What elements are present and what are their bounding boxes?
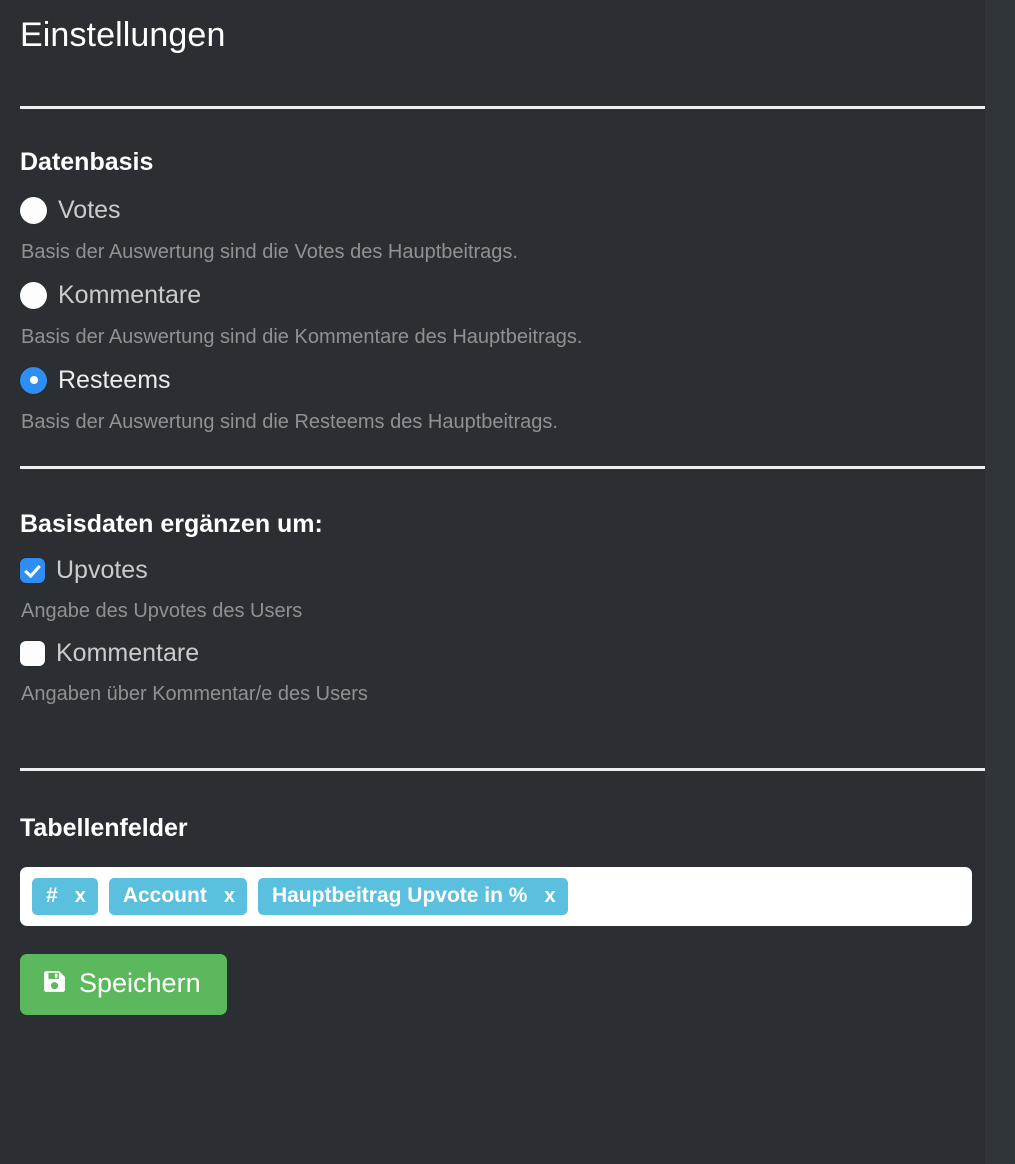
- token-remove-icon[interactable]: x: [75, 885, 86, 907]
- save-button[interactable]: Speichern: [20, 953, 227, 1015]
- radio-option-votes[interactable]: Votes: [20, 195, 995, 224]
- section-datenbasis: Datenbasis Votes Basis der Auswertung si…: [20, 109, 995, 432]
- section-basisdaten-erganzen: Basisdaten ergänzen um: Upvotes Angabe d…: [20, 469, 995, 705]
- token-remove-icon[interactable]: x: [544, 885, 555, 907]
- radio-icon-votes[interactable]: [20, 196, 47, 224]
- erganzen-heading: Basisdaten ergänzen um:: [20, 509, 323, 538]
- save-button-label: Speichern: [79, 968, 201, 999]
- tabellenfelder-heading: Tabellenfelder: [20, 814, 188, 842]
- checkbox-label-upvotes: Upvotes: [56, 556, 148, 584]
- radio-label-kommentare: Kommentare: [58, 280, 202, 309]
- checkbox-description-upvotes: Angabe des Upvotes des Users: [21, 600, 303, 622]
- token-label: Account: [122, 883, 207, 907]
- token-label: Hauptbeitrag Upvote in %: [271, 883, 528, 907]
- tabellenfelder-input[interactable]: # x Account x Hauptbeitrag Upvote in % x: [20, 866, 972, 926]
- token-remove-icon[interactable]: x: [224, 885, 235, 907]
- token-item[interactable]: Hauptbeitrag Upvote in % x: [257, 877, 568, 915]
- datenbasis-heading: Datenbasis: [20, 148, 154, 176]
- radio-icon-resteems[interactable]: [20, 366, 47, 394]
- checkbox-option-kommentare[interactable]: Kommentare: [20, 641, 995, 666]
- radio-option-resteems[interactable]: Resteems: [20, 365, 995, 394]
- section-tabellenfelder: Tabellenfelder # x Account x Hauptbeitra…: [20, 771, 995, 926]
- radio-description-votes: Basis der Auswertung sind die Votes des …: [21, 240, 518, 263]
- settings-page: Einstellungen Datenbasis Votes Basis der…: [0, 0, 1015, 1015]
- token-item[interactable]: # x: [32, 877, 98, 915]
- checkbox-icon-upvotes[interactable]: [20, 558, 45, 583]
- token-label: #: [46, 883, 58, 907]
- radio-description-resteems: Basis der Auswertung sind die Resteems d…: [21, 410, 558, 433]
- token-item[interactable]: Account x: [108, 877, 247, 915]
- floppy-disk-save-icon: [42, 969, 67, 999]
- radio-label-resteems: Resteems: [58, 365, 171, 394]
- checkbox-label-kommentare: Kommentare: [56, 639, 200, 667]
- radio-icon-kommentare[interactable]: [20, 281, 47, 309]
- checkbox-icon-kommentare[interactable]: [20, 641, 45, 666]
- radio-label-votes: Votes: [58, 195, 121, 224]
- checkbox-option-upvotes[interactable]: Upvotes: [20, 558, 995, 583]
- radio-option-kommentare[interactable]: Kommentare: [20, 280, 995, 309]
- checkbox-description-kommentare: Angaben über Kommentar/e des Users: [21, 683, 368, 705]
- page-title: Einstellungen: [20, 16, 226, 54]
- radio-description-kommentare: Basis der Auswertung sind die Kommentare…: [21, 325, 583, 348]
